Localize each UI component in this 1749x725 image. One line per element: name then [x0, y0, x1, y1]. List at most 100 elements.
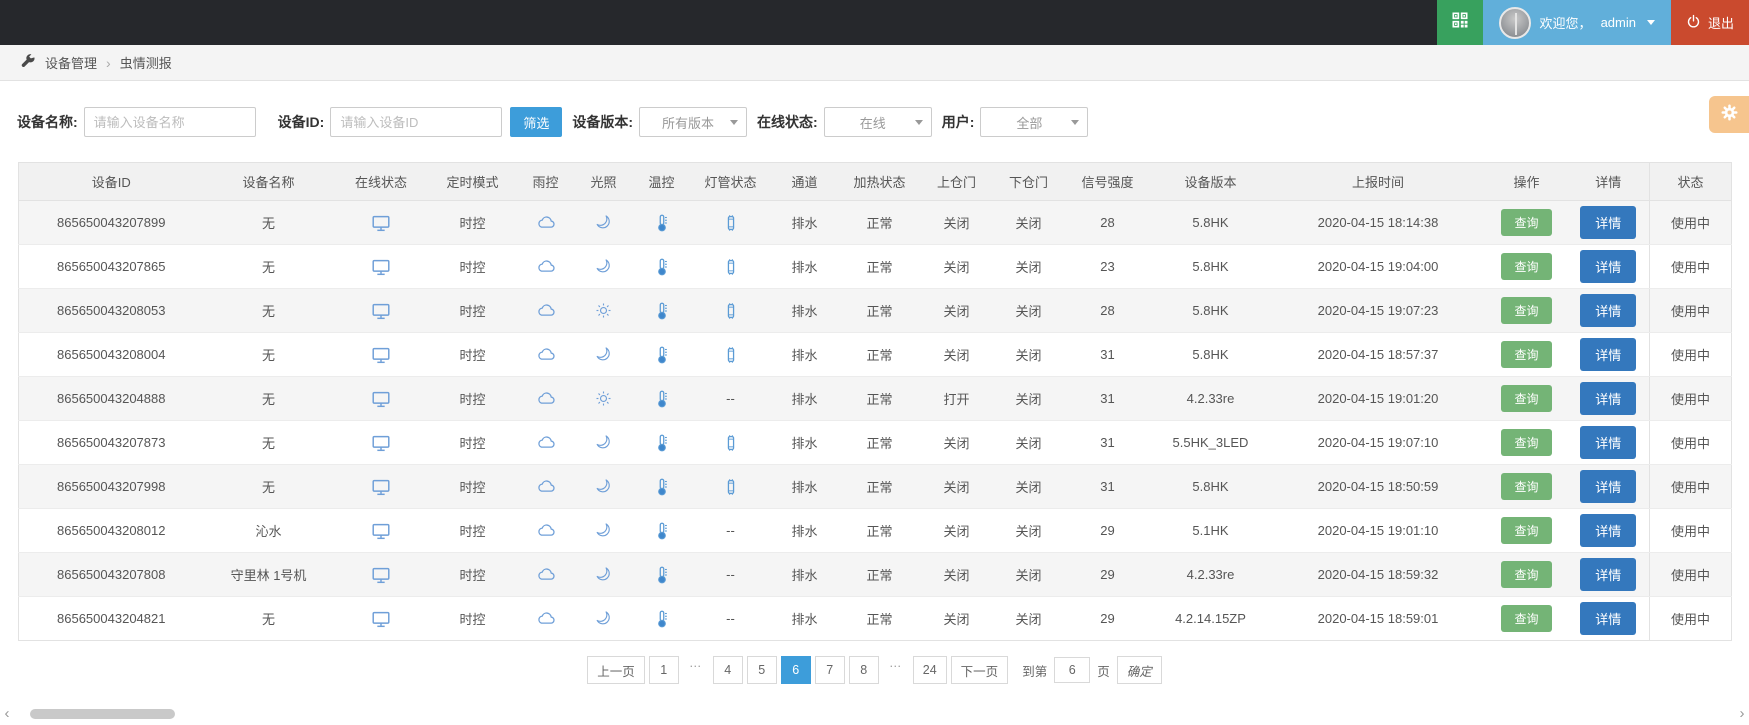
detail-button[interactable]: 详情 — [1580, 602, 1637, 635]
cell-status: 使用中 — [1649, 464, 1732, 509]
cell-device-id: 865650043208004 — [18, 332, 204, 377]
thermometer-icon — [651, 610, 673, 627]
query-button[interactable]: 查询 — [1501, 385, 1552, 412]
device-id-label: 设备ID: — [277, 114, 325, 130]
chevron-left-icon[interactable]: ‹ — [0, 705, 14, 723]
screen: 欢迎您， admin 退出 设备管理 › 虫情测报 设备名称: 请输入设备名称 … — [0, 0, 1749, 725]
detail-button[interactable]: 详情 — [1580, 558, 1637, 591]
goto-suffix: 页 — [1097, 664, 1110, 679]
cloud-icon — [535, 434, 557, 449]
query-button[interactable]: 查询 — [1501, 297, 1552, 324]
query-button[interactable]: 查询 — [1501, 473, 1552, 500]
cell-online-status — [333, 376, 429, 421]
cell-signal: 23 — [1064, 244, 1151, 289]
user-menu[interactable]: 欢迎您， admin — [1482, 0, 1671, 45]
cell-report-time: 2020-04-15 19:01:20 — [1270, 376, 1486, 421]
table-row: 865650043208004 无时控 排水 正常 关闭 关闭 31 5.8HK 2020-04… — [18, 332, 1732, 377]
breadcrumb-item-device-management[interactable]: 设备管理 — [45, 53, 97, 72]
cell-heating-status: 正常 — [838, 508, 921, 553]
cell-channel: 排水 — [791, 612, 818, 627]
cell-version: 4.2.33re — [1150, 376, 1271, 421]
cell-device-id: 865650043208053 — [18, 288, 204, 333]
cell-heating-status: 正常 — [838, 244, 921, 289]
cell-device-name: 沁水 — [203, 508, 334, 553]
query-button[interactable]: 查询 — [1501, 517, 1552, 544]
cell-status: 使用中 — [1649, 420, 1732, 465]
cell-upper-door: 关闭 — [920, 420, 993, 465]
online-status-label: 在线状态: — [757, 114, 818, 130]
cell-version: 5.8HK — [1150, 200, 1271, 245]
user-select[interactable]: 全部 — [980, 107, 1089, 137]
col-heating-status: 加热状态 — [838, 162, 921, 201]
cell-signal: 28 — [1064, 200, 1151, 245]
cell-detail: 详情 — [1567, 508, 1650, 553]
cell-channel: 排水 — [770, 552, 839, 597]
device-name-input[interactable] — [83, 107, 256, 137]
cell-heating-status: 正常 — [838, 464, 921, 509]
goto-page-input[interactable] — [1054, 657, 1091, 683]
detail-button[interactable]: 详情 — [1580, 250, 1637, 283]
query-button[interactable]: 查询 — [1501, 561, 1552, 588]
username: admin — [1600, 15, 1636, 30]
page-button[interactable]: 4 — [712, 656, 743, 684]
device-id-input[interactable] — [330, 107, 503, 137]
detail-button[interactable]: 详情 — [1580, 338, 1637, 371]
page-button[interactable]: 1 — [648, 656, 679, 684]
logout-button[interactable]: 退出 — [1670, 0, 1749, 45]
cloud-icon — [535, 258, 557, 273]
scrollbar-track[interactable] — [14, 708, 1735, 720]
device-version-label: 设备版本: — [572, 114, 634, 130]
pagination: 上一页 1 … 45678 … 24 下一页 到第 页 确定 — [0, 656, 1749, 684]
device-version-select[interactable]: 所有版本 — [639, 107, 748, 137]
prev-page-button[interactable]: 上一页 — [587, 656, 645, 684]
cell-version: 5.8HK — [1150, 332, 1271, 377]
detail-button[interactable]: 详情 — [1580, 426, 1637, 459]
detail-button[interactable]: 详情 — [1580, 382, 1637, 415]
query-button[interactable]: 查询 — [1501, 209, 1552, 236]
cell-temp-control — [632, 244, 691, 289]
cell-timer-mode: 时控 — [428, 420, 517, 465]
confirm-page-button[interactable]: 确定 — [1116, 656, 1162, 684]
settings-fab[interactable] — [1709, 96, 1749, 133]
cell-heating-status: 正常 — [838, 420, 921, 465]
online-status-select[interactable]: 在线 — [823, 107, 932, 137]
query-button[interactable]: 查询 — [1501, 341, 1552, 368]
logout-label: 退出 — [1707, 16, 1734, 31]
query-button[interactable]: 查询 — [1501, 429, 1552, 456]
filter-button[interactable]: 筛选 — [510, 107, 563, 137]
moon-icon — [593, 214, 614, 229]
caret-down-icon — [1646, 20, 1655, 25]
query-button[interactable]: 查询 — [1501, 253, 1552, 280]
cell-operation: 查询 — [1485, 376, 1568, 421]
cell-detail: 详情 — [1567, 376, 1650, 421]
col-device-id: 设备ID — [18, 162, 204, 201]
monitor-icon — [370, 346, 392, 363]
cell-version: 4.2.14.15ZP — [1175, 611, 1246, 626]
page-button-active[interactable]: 6 — [780, 656, 811, 684]
detail-button[interactable]: 详情 — [1580, 514, 1637, 547]
page-button[interactable]: 24 — [912, 656, 947, 684]
detail-button[interactable]: 详情 — [1580, 294, 1637, 327]
detail-button[interactable]: 详情 — [1580, 206, 1637, 239]
chevron-right-icon[interactable]: › — [1735, 705, 1749, 723]
cell-upper-door: 关闭 — [920, 508, 993, 553]
cell-device-name: 无 — [203, 332, 334, 377]
cloud-icon — [535, 346, 557, 361]
page-button[interactable]: 8 — [848, 656, 879, 684]
device-table: 设备ID 设备名称 在线状态 定时模式 雨控 光照 温控 灯管状态 通道 加热状… — [18, 162, 1732, 641]
qr-code-button[interactable] — [1436, 0, 1483, 45]
cell-lower-door: 关闭 — [992, 420, 1065, 465]
page-button[interactable]: 7 — [814, 656, 845, 684]
cell-online-status — [334, 597, 429, 641]
cell-detail: 详情 — [1567, 332, 1650, 377]
detail-button[interactable]: 详情 — [1580, 470, 1637, 503]
scrollbar-thumb[interactable] — [30, 709, 175, 719]
table-row: 865650043207808 守里林 1号机 时控 -- 排水 正常 关闭 关闭 29 4.2.… — [18, 552, 1732, 597]
cell-detail: 详情 — [1567, 244, 1650, 289]
query-button[interactable]: 查询 — [1501, 605, 1552, 632]
page-button[interactable]: 5 — [746, 656, 777, 684]
next-page-button[interactable]: 下一页 — [950, 656, 1009, 684]
monitor-icon — [370, 566, 392, 583]
cell-device-name: 无 — [203, 288, 334, 333]
cell-device-id: 865650043208012 — [18, 508, 204, 553]
